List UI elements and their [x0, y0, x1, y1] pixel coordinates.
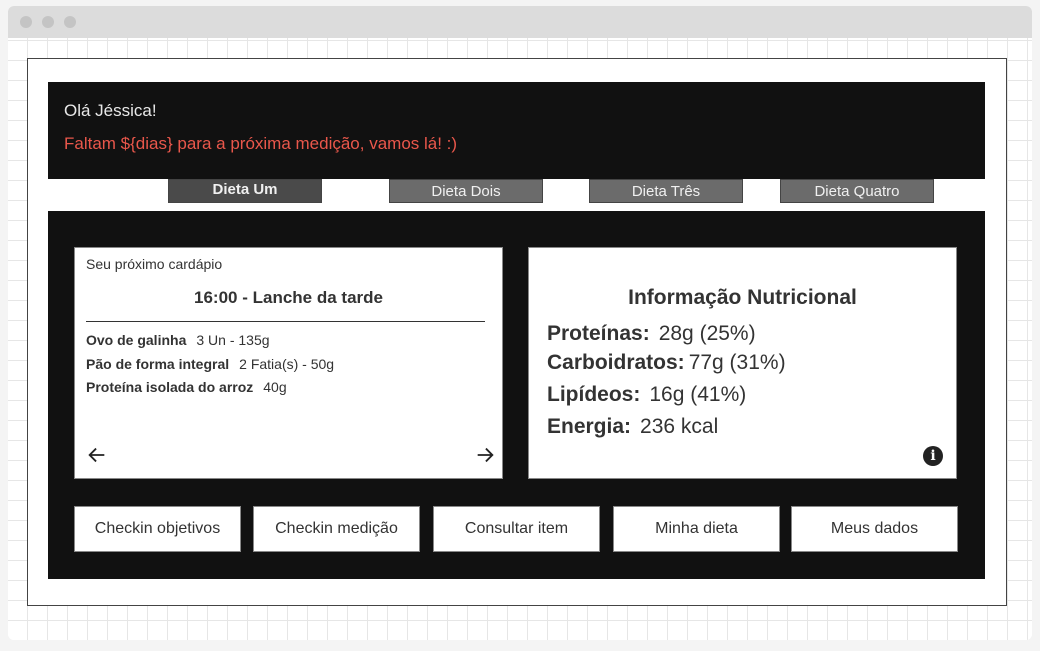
menu-divider: [86, 321, 485, 322]
browser-window: Olá Jéssica! Faltam ${dias} para a próxi…: [8, 6, 1032, 640]
food-name: Proteína isolada do arroz: [86, 379, 254, 395]
food-name: Pão de forma integral: [86, 355, 230, 372]
greeting-text: Olá Jéssica!: [64, 101, 157, 120]
nutrition-label: Proteínas:: [547, 322, 650, 345]
food-item: Proteína isolada do arroz 40g: [86, 379, 334, 403]
measurement-countdown: Faltam ${dias} para a próxima medição, v…: [64, 134, 458, 153]
app-frame: Olá Jéssica! Faltam ${dias} para a próxi…: [27, 58, 1007, 606]
diet-panel: Seu próximo cardápio 16:00 - Lanche da t…: [48, 211, 985, 579]
arrow-left-icon[interactable]: [86, 444, 108, 466]
nutrition-list: Proteínas: 28g (25%) Carboidratos: 77g (31…: [547, 322, 786, 447]
nutrition-label: Lipídeos:: [547, 383, 641, 406]
food-item: Pão de forma integral 2 Fatia(s) - 50g: [86, 356, 334, 380]
nutrition-row-carbs: Carboidratos: 77g (31%): [547, 351, 786, 383]
tab-dieta-um[interactable]: Dieta Um: [168, 179, 322, 203]
meal-title: 16:00 - Lanche da tarde: [194, 288, 383, 307]
nutrition-value: 28g (25%): [658, 322, 756, 345]
menu-caption: Seu próximo cardápio: [86, 256, 223, 272]
food-quantity: 40g: [263, 379, 287, 395]
arrow-right-icon[interactable]: [474, 444, 496, 466]
checkin-measurement-button[interactable]: Checkin medição: [253, 506, 420, 552]
window-titlebar: [8, 6, 1032, 38]
next-menu-card: Seu próximo cardápio 16:00 - Lanche da t…: [74, 247, 503, 479]
window-close-dot[interactable]: [20, 16, 32, 28]
tab-dieta-tres[interactable]: Dieta Três: [589, 179, 743, 203]
food-name: Ovo de galinha: [86, 332, 187, 348]
nutrition-value: 16g (41%): [649, 383, 747, 406]
food-item: Ovo de galinha 3 Un - 135g: [86, 332, 334, 356]
nutrition-info-card: Informação Nutricional Proteínas: 28g (25…: [528, 247, 957, 479]
nutrition-row-proteins: Proteínas: 28g (25%): [547, 322, 786, 351]
tab-dieta-quatro[interactable]: Dieta Quatro: [780, 179, 934, 203]
food-quantity: 2 Fatia(s) - 50g: [239, 355, 335, 372]
nutrition-label: Carboidratos:: [547, 351, 685, 374]
my-data-button[interactable]: Meus dados: [791, 506, 958, 552]
nutrition-value: 236 kcal: [640, 415, 719, 438]
nutrition-row-energy: Energia: 236 kcal: [547, 415, 786, 447]
consult-item-button[interactable]: Consultar item: [433, 506, 600, 552]
nutrition-label: Energia:: [547, 415, 632, 438]
header-banner: Olá Jéssica! Faltam ${dias} para a próxi…: [48, 82, 985, 179]
food-list: Ovo de galinha 3 Un - 135g Pão de forma i…: [86, 332, 334, 403]
food-quantity: 3 Un - 135g: [196, 332, 270, 348]
nutrition-title: Informação Nutricional: [628, 286, 857, 309]
canvas-grid: Olá Jéssica! Faltam ${dias} para a próxi…: [8, 38, 1032, 640]
info-icon[interactable]: i: [923, 446, 943, 466]
tab-dieta-dois[interactable]: Dieta Dois: [389, 179, 543, 203]
nutrition-row-lipids: Lipídeos: 16g (41%): [547, 383, 786, 415]
window-minimize-dot[interactable]: [42, 16, 54, 28]
checkin-objectives-button[interactable]: Checkin objetivos: [74, 506, 241, 552]
my-diet-button[interactable]: Minha dieta: [613, 506, 780, 552]
nutrition-value: 77g (31%): [688, 351, 786, 374]
window-maximize-dot[interactable]: [64, 16, 76, 28]
